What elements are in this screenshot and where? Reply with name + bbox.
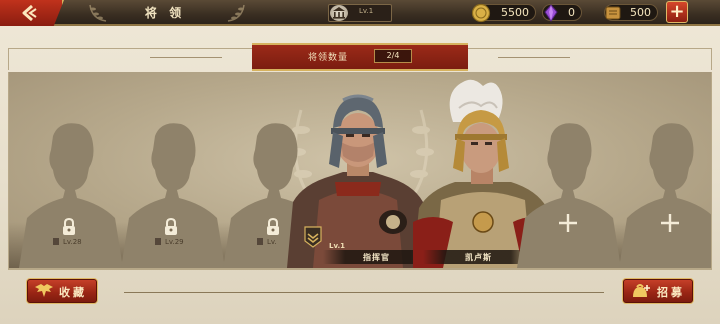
general-roster: Lv.28 Lv.29 Lv. Lv.1 指挥官 凯卢斯 [8,72,712,268]
divider [150,57,222,58]
empty-general-slot[interactable] [517,72,621,268]
back-button[interactable] [0,0,64,26]
player-level: Lv.1 [359,7,374,15]
token-value: 500 [630,6,651,19]
laurel-icon [227,4,245,22]
panel-frame-bottom [8,268,712,270]
empty-general-slot[interactable] [619,72,711,268]
eagle-icon [35,284,53,297]
recruit-helmet-icon [633,284,650,297]
general-count-value: 2/4 [374,49,412,63]
token-counter[interactable]: 500 [604,4,658,21]
gold-value: 5500 [501,6,529,19]
collection-button[interactable]: 收藏 [26,278,98,304]
laurel-icon [89,4,107,22]
rank-chevron-icon [304,226,322,248]
add-general-icon [559,214,577,232]
back-arrow-icon [22,4,37,22]
temple-icon [330,5,348,21]
general-name: 指挥官 [363,252,390,262]
gem-value: 0 [568,6,575,19]
locked-general-slot[interactable]: Lv.28 [19,72,123,268]
page-title: 将 领 [144,6,186,20]
general-silhouette-icon [517,123,621,268]
lock-icon [63,218,75,235]
purple-gem-icon [544,4,558,22]
slot-level-req: Lv.28 [53,238,82,246]
add-general-icon [661,214,679,232]
collection-label: 收藏 [59,286,87,299]
scroll-token-icon [605,6,621,20]
general-card-commander[interactable]: Lv.1 指挥官 [283,72,433,268]
general-silhouette-icon [619,123,711,268]
general-count-label: 将领数量 [308,53,349,63]
lock-icon [165,218,177,235]
divider [124,292,604,293]
general-count-banner: 将领数量 2/4 [252,43,468,71]
add-resource-button[interactable]: + [666,1,688,23]
divider [498,57,570,58]
player-level-badge[interactable]: Lv.1 [328,4,392,22]
slot-level-req: Lv.29 [155,238,184,246]
gold-counter[interactable]: 5500 [471,3,536,23]
general-level: Lv.1 [329,242,345,250]
slot-level-req: Lv. [257,238,277,246]
top-bar: 将 领 Lv.1 5500 0 500 + [0,0,720,26]
recruit-button[interactable]: 招募 [622,278,694,304]
locked-general-slot[interactable]: Lv.29 [121,72,225,268]
gem-counter[interactable]: 0 [542,4,582,22]
general-name: 凯卢斯 [465,252,492,262]
recruit-label: 招募 [657,286,685,299]
lock-icon [267,218,279,235]
gold-coin-icon [471,3,491,23]
